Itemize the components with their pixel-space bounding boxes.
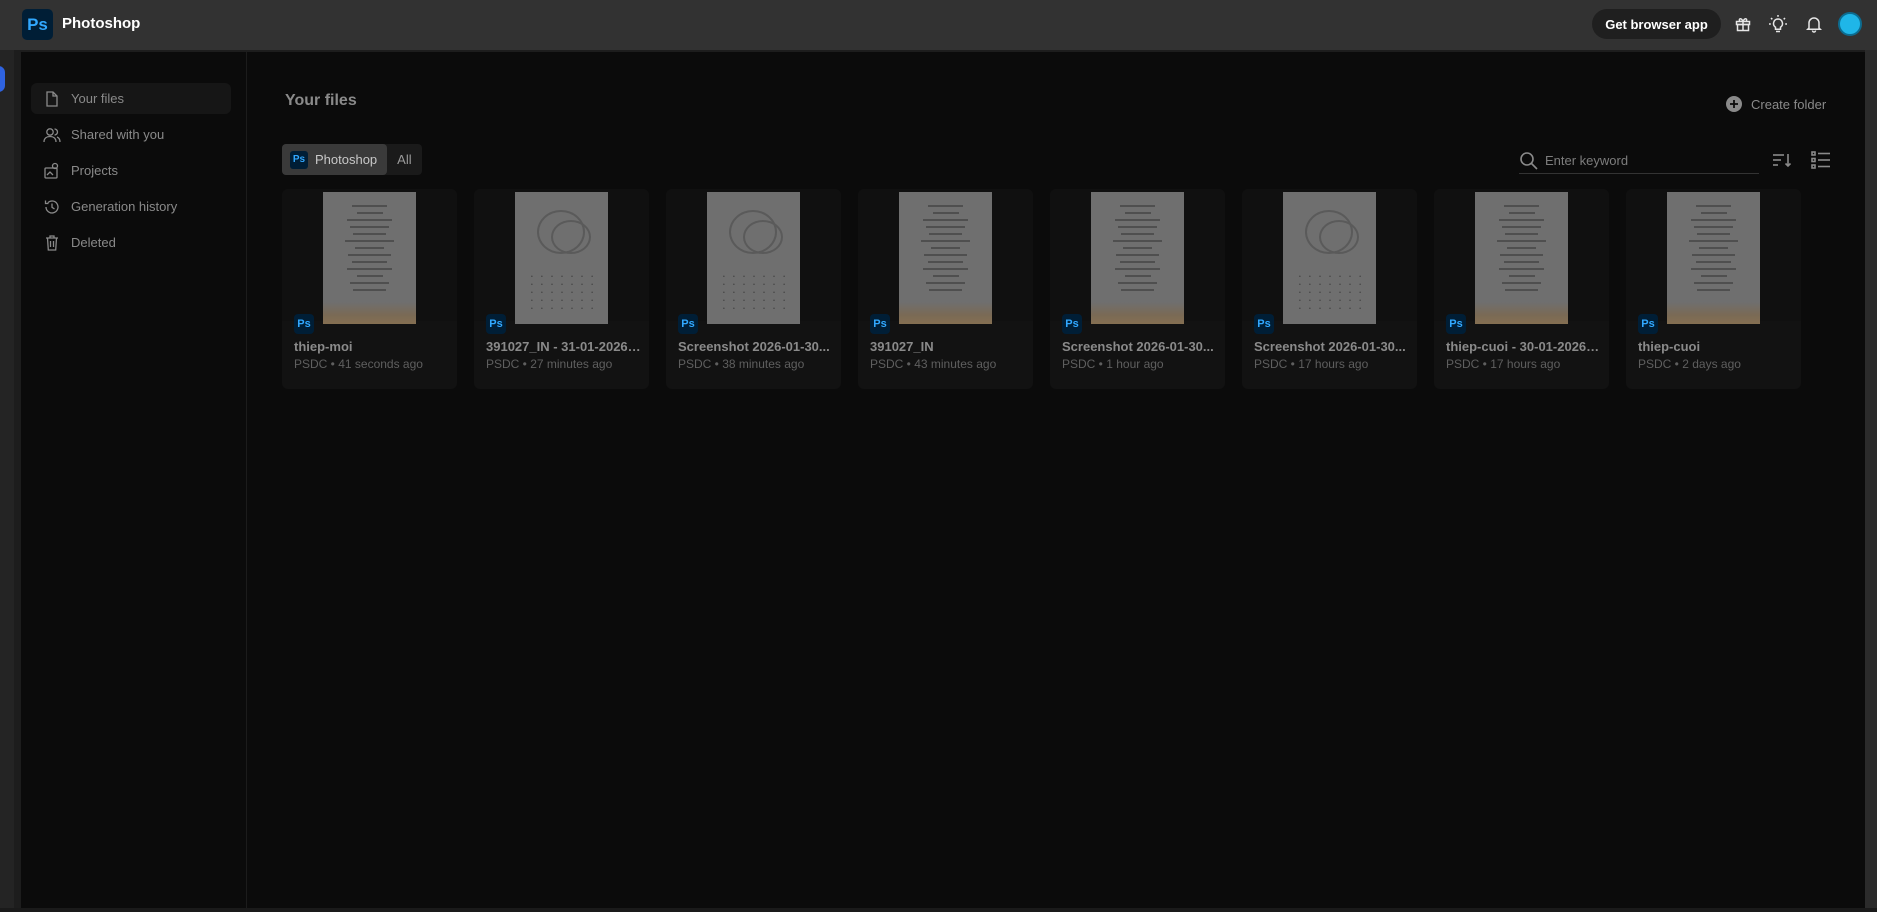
thumbnail-area [1050,189,1225,324]
photoshop-file-icon: Ps [678,314,698,334]
photoshop-file-icon: Ps [486,314,506,334]
search-field [1519,148,1759,174]
trash-icon [43,234,61,252]
top-bar: Ps Photoshop Get browser app [0,0,1877,50]
photoshop-file-icon: Ps [1062,314,1082,334]
file-name: thiep-cuoi - 30-01-2026 1... [1446,339,1601,354]
create-folder-button[interactable]: Create folder [1725,94,1826,114]
list-view-icon[interactable] [1809,148,1833,172]
sidebar-item-label: Your files [71,91,124,106]
plus-circle-icon [1725,95,1743,113]
file-name: thiep-cuoi [1638,339,1701,354]
file-name: 391027_IN - 31-01-2026 0... [486,339,641,354]
filter-photoshop[interactable]: Ps Photoshop [282,144,388,175]
thumbnail-area: • • • • • • • • • • • • • • • • • • • • • • • • • • • • • • • • • • • [666,189,841,324]
thumbnail-area [1626,189,1801,324]
search-icon [1519,151,1539,171]
sidebar-item-label: Generation history [71,199,178,214]
file-name: thiep-moi [294,339,353,354]
file-thumbnail: • • • • • • • • • • • • • • • • • • • • • • • • • • • • • • • • • • • [1283,192,1376,324]
sidebar-item-label: Projects [71,163,118,178]
file-icon [43,90,61,108]
file-thumbnail [1475,192,1568,324]
get-browser-app-button[interactable]: Get browser app [1592,9,1721,39]
photoshop-file-icon: Ps [294,314,314,334]
photoshop-file-icon: Ps [870,314,890,334]
thumbnail-area [1434,189,1609,324]
file-meta: PSDC • 1 hour ago [1062,357,1164,371]
side-handle[interactable] [0,66,5,92]
file-thumbnail [323,192,416,324]
bell-icon[interactable] [1803,13,1825,35]
file-meta: PSDC • 17 hours ago [1446,357,1561,371]
user-avatar[interactable] [1838,12,1862,36]
sidebar-item-projects[interactable]: Projects [31,155,231,186]
photoshop-file-icon: Ps [1254,314,1274,334]
file-card[interactable]: Ps thiep-cuoi - 30-01-2026 1... PSDC • 17 … [1434,189,1609,389]
sidebar-item-label: Deleted [71,235,116,250]
thumbnail-area: • • • • • • • • • • • • • • • • • • • • • • • • • • • • • • • • • • • [1242,189,1417,324]
file-card[interactable]: Ps Screenshot 2026-01-30... PSDC • 1 hour … [1050,189,1225,389]
file-thumbnail [1091,192,1184,324]
file-card[interactable]: Ps 391027_IN PSDC • 43 minutes ago [858,189,1033,389]
sidebar-item-shared-with-you[interactable]: Shared with you [31,119,231,150]
sidebar-item-generation-history[interactable]: Generation history [31,191,231,222]
filter-label: All [397,152,412,167]
file-meta: PSDC • 41 seconds ago [294,357,423,371]
thumbnail-area [858,189,1033,324]
app-filter: Ps Photoshop All [282,144,422,175]
file-meta: PSDC • 38 minutes ago [678,357,805,371]
file-thumbnail [899,192,992,324]
users-icon [43,126,61,144]
file-meta: PSDC • 43 minutes ago [870,357,997,371]
sort-icon[interactable] [1770,148,1794,172]
file-name: Screenshot 2026-01-30... [1062,339,1214,354]
page-title: Your files [285,92,357,109]
lightbulb-icon[interactable] [1767,13,1789,35]
file-card[interactable]: Ps thiep-cuoi PSDC • 2 days ago [1626,189,1801,389]
sidebar-item-label: Shared with you [71,127,165,142]
photoshop-file-icon: Ps [1638,314,1658,334]
file-name: 391027_IN [870,339,934,354]
file-thumbnail [1667,192,1760,324]
sidebar-item-your-files[interactable]: Your files [31,83,231,114]
files-panel: Your files Shared with you Projects Gene… [21,52,1865,908]
projects-icon [43,162,61,180]
thumbnail-area [282,189,457,324]
photoshop-logo[interactable]: Ps [22,9,53,40]
history-icon [43,198,61,216]
photoshop-icon: Ps [290,150,308,169]
file-meta: PSDC • 27 minutes ago [486,357,613,371]
create-folder-label: Create folder [1751,96,1827,112]
file-meta: PSDC • 2 days ago [1638,357,1741,371]
filter-label: Photoshop [315,152,378,167]
search-input[interactable] [1545,153,1745,168]
filter-all[interactable]: All [387,144,421,175]
app-title[interactable]: Photoshop [62,15,140,32]
sidebar: Your files Shared with you Projects Gene… [21,52,247,908]
right-edge-strip [1865,50,1877,912]
gift-icon[interactable] [1732,13,1754,35]
bottom-edge [0,908,1877,912]
file-card[interactable]: • • • • • • • • • • • • • • • • • • • • • • • • • • • • • • • • • • • Ps 391… [474,189,649,389]
photoshop-file-icon: Ps [1446,314,1466,334]
thumbnail-area: • • • • • • • • • • • • • • • • • • • • • • • • • • • • • • • • • • • [474,189,649,324]
file-card[interactable]: • • • • • • • • • • • • • • • • • • • • • • • • • • • • • • • • • • • Ps Scr… [1242,189,1417,389]
file-thumbnail: • • • • • • • • • • • • • • • • • • • • • • • • • • • • • • • • • • • [707,192,800,324]
sidebar-item-deleted[interactable]: Deleted [31,227,231,258]
file-card[interactable]: Ps thiep-moi PSDC • 41 seconds ago [282,189,457,389]
file-name: Screenshot 2026-01-30... [1254,339,1406,354]
left-edge-strip [0,50,14,912]
file-thumbnail: • • • • • • • • • • • • • • • • • • • • • • • • • • • • • • • • • • • [515,192,608,324]
file-card[interactable]: • • • • • • • • • • • • • • • • • • • • • • • • • • • • • • • • • • • Ps Scr… [666,189,841,389]
file-meta: PSDC • 17 hours ago [1254,357,1369,371]
file-name: Screenshot 2026-01-30... [678,339,830,354]
